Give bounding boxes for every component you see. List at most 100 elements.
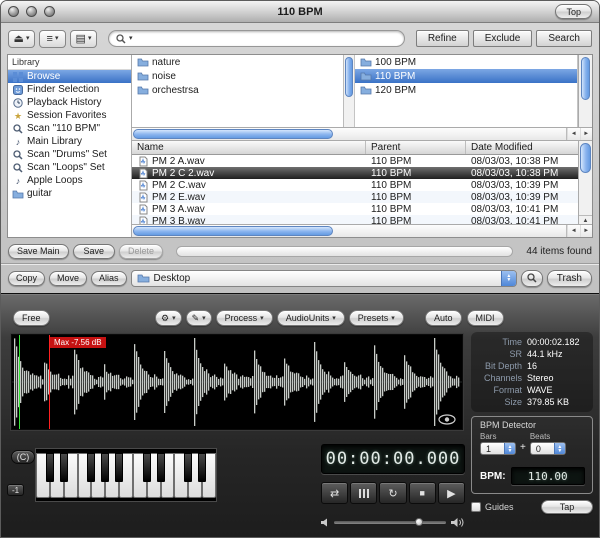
exclude-button[interactable]: Exclude (473, 30, 533, 47)
piano-black-key[interactable] (184, 453, 192, 482)
file-row[interactable]: PM 3 A.wav110 BPM08/03/03, 10:41 PM (132, 203, 578, 215)
alias-button[interactable]: Alias (91, 271, 127, 286)
eye-icon[interactable] (438, 414, 456, 425)
header-parent[interactable]: Parent (366, 141, 466, 154)
popup-stepper[interactable]: ▲▼ (501, 271, 516, 286)
beats-popup[interactable]: 0 ▲▼ (530, 442, 566, 455)
export-button[interactable]: ⏏ ▾ (8, 30, 35, 48)
sidebar-item-apple-loops[interactable]: ♪Apple Loops (8, 174, 131, 187)
audiounits-menu-button[interactable]: AudioUnits ▾ (277, 310, 345, 326)
bars-popup[interactable]: 1 ▲▼ (480, 442, 516, 455)
horizontal-scrollbar[interactable] (176, 246, 513, 257)
search-input[interactable] (136, 33, 397, 44)
piano-black-key[interactable] (101, 453, 109, 482)
columns-vertical-scrollbar[interactable] (578, 55, 592, 128)
process-menu-button[interactable]: Process ▾ (216, 310, 273, 326)
scroll-right-icon[interactable]: ► (580, 225, 593, 237)
folder-item-noise[interactable]: noise (132, 69, 354, 83)
save-button[interactable]: Save (73, 244, 116, 259)
sidebar-item-guitar[interactable]: guitar (8, 187, 131, 200)
free-button[interactable]: Free (13, 310, 50, 326)
scroll-track[interactable] (132, 225, 566, 237)
sidebar-item-scan-110-bpm[interactable]: Scan "110 BPM" (8, 122, 131, 135)
tap-button[interactable]: Tap (541, 500, 593, 514)
guides-checkbox[interactable] (471, 502, 481, 512)
header-date-modified[interactable]: Date Modified (466, 141, 578, 154)
search-field[interactable]: ▾ (108, 30, 405, 47)
sidebar-item-scan-loops-set[interactable]: Scan "Loops" Set (8, 161, 131, 174)
piano-black-key[interactable] (198, 453, 206, 482)
sidebar-item-browse[interactable]: Browse (8, 70, 131, 83)
scroll-left-icon[interactable]: ◄ (567, 128, 580, 140)
piano-black-key[interactable] (46, 453, 54, 482)
tools-menu-button[interactable]: ✎ ▾ (186, 310, 212, 326)
stop-button[interactable]: ■ (409, 482, 436, 504)
popup-stepper[interactable]: ▲▼ (504, 443, 515, 454)
save-main-button[interactable]: Save Main (8, 244, 69, 259)
scroll-thumb[interactable] (581, 57, 590, 100)
file-row[interactable]: PM 2 C.wav110 BPM08/03/03, 10:39 PM (132, 179, 578, 191)
top-button[interactable]: Top (555, 4, 592, 19)
bookmarks-button[interactable]: ▤ ▾ (70, 30, 97, 48)
piano-black-key[interactable] (115, 453, 123, 482)
auto-button[interactable]: Auto (425, 310, 462, 326)
sidebar-item-scan-drums-set[interactable]: Scan "Drums" Set (8, 148, 131, 161)
loop-button[interactable]: ↻ (379, 482, 406, 504)
sidebar-item-playback-history[interactable]: Playback History (8, 96, 131, 109)
scroll-thumb[interactable] (580, 143, 591, 173)
scroll-right-icon[interactable]: ► (580, 128, 593, 140)
folder-item-100-bpm[interactable]: 100 BPM (355, 55, 577, 69)
volume-slider[interactable] (334, 521, 446, 524)
bpm-detector-box: BPM Detector Bars 1 ▲▼ + Beats 0 ▲▼ (471, 416, 593, 494)
info-label: Channels (476, 372, 522, 384)
scroll-track[interactable] (132, 128, 566, 140)
view-list-button[interactable]: ≡ ▾ (39, 30, 66, 48)
file-row[interactable]: PM 2 A.wav110 BPM08/03/03, 10:38 PM (132, 155, 578, 167)
root-note-button[interactable]: (C) (11, 450, 35, 464)
piano-black-key[interactable] (143, 453, 151, 482)
title-bar[interactable]: 110 BPM Top (1, 1, 599, 23)
midi-button[interactable]: MIDI (467, 310, 504, 326)
popup-stepper[interactable]: ▲▼ (554, 443, 565, 454)
beat-grid-button[interactable] (350, 482, 377, 504)
shuffle-button[interactable]: ⇄ (321, 482, 348, 504)
folder-item-120-bpm[interactable]: 120 BPM (355, 83, 577, 97)
trash-button[interactable]: Trash (547, 270, 592, 287)
file-row[interactable]: PM 2 C 2.wav110 BPM08/03/03, 10:38 PM (132, 167, 578, 179)
folder-label: noise (152, 71, 176, 82)
columns-horizontal-scrollbar[interactable]: ◄ ► (132, 128, 592, 141)
header-name[interactable]: Name (132, 141, 366, 154)
scroll-thumb[interactable] (133, 226, 333, 236)
destination-popup[interactable]: Desktop ▲▼ (131, 270, 517, 287)
folder-item-110-bpm[interactable]: 110 BPM (355, 69, 577, 83)
sidebar-item-main-library[interactable]: ♪Main Library (8, 135, 131, 148)
folder-item-nature[interactable]: nature (132, 55, 354, 69)
refine-button[interactable]: Refine (416, 30, 469, 47)
file-row[interactable]: PM 2 E.wav110 BPM08/03/03, 10:39 PM (132, 191, 578, 203)
file-list-horizontal-scrollbar[interactable]: ◄ ► (132, 224, 592, 237)
sidebar-item-session-favorites[interactable]: ★Session Favorites (8, 109, 131, 122)
waveform-display[interactable]: Max -7.56 dB (11, 334, 463, 430)
piano-keyboard[interactable] (35, 448, 217, 502)
piano-black-key[interactable] (60, 453, 68, 482)
presets-menu-button[interactable]: Presets ▾ (349, 310, 404, 326)
move-button[interactable]: Move (49, 271, 87, 286)
piano-black-key[interactable] (157, 453, 165, 482)
scroll-thumb[interactable] (133, 129, 333, 139)
sidebar-list: BrowseFinder SelectionPlayback History★S… (8, 70, 131, 200)
volume-thumb[interactable] (415, 518, 423, 526)
scroll-left-icon[interactable]: ◄ (567, 225, 580, 237)
folder-item-orchestrsa[interactable]: orchestrsa (132, 83, 354, 97)
find-destination-button[interactable] (521, 270, 543, 287)
copy-button[interactable]: Copy (8, 271, 45, 286)
play-button[interactable]: ▶ (438, 482, 465, 504)
piano-black-key[interactable] (87, 453, 95, 482)
delete-button[interactable]: Delete (119, 244, 163, 259)
scroll-thumb[interactable] (345, 57, 353, 97)
octave-down-button[interactable]: -1 (7, 484, 24, 496)
sidebar-item-finder-selection[interactable]: Finder Selection (8, 83, 131, 96)
column1-scrollbar[interactable] (343, 55, 354, 127)
file-list-vertical-scrollbar[interactable]: ▲ ▼ (578, 141, 592, 237)
gear-menu-button[interactable]: ⚙ ▾ (155, 310, 182, 326)
search-button[interactable]: Search (536, 30, 592, 47)
